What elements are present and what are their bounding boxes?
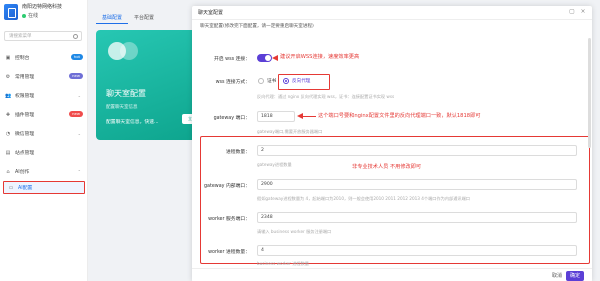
wss-annotation: 建议开启WSS连接，速度效率更高 [280,54,360,60]
radio-reverse-proxy[interactable]: 反向代理 [283,78,310,84]
toggle-knob [265,55,271,61]
worker-port-hint: 请输入 business worker 服务注册端口 [257,229,332,234]
annotation-arrow-line [302,115,316,117]
restart-notice: 聊天室配置(修改完下面配置，请一定要重启聊天室进程) [200,24,314,29]
annotation-arrow-icon [272,55,278,61]
maximize-icon[interactable]: ▢ [569,9,575,15]
plugin-icon: ✚ [5,111,11,118]
online-status-label: 在线 [28,13,39,19]
modal-scrollbar[interactable] [588,38,591,148]
gateway-port-input[interactable]: 1818 [257,111,295,122]
sidebar-item-label: 微信管理 [15,132,35,137]
tab-basic-config[interactable]: 基础配置 [96,12,129,24]
sidebar-item-label: 权限管理 [15,94,35,99]
wss-mode-radio-group: 证书 反向代理 [254,74,334,90]
radio-label: 证书 [267,79,277,84]
modal-header: 聊天室配置 ▢ × [192,6,592,20]
sidebar: 南阳迈特网络科技 在线 请搜索菜单 ▣ 控制台 hot ⚙ 常用管理 new 👥… [0,0,88,281]
worker-port-input[interactable]: 2348 [257,212,577,223]
sidebar-menu: ▣ 控制台 hot ⚙ 常用管理 new 👥 权限管理 ⌄ ✚ 插件管理 new… [0,48,88,194]
advanced-annotation: 非专业技术人员 不用修改即可 [352,164,422,170]
radio-dot-checked [283,78,289,84]
search-placeholder: 请搜索菜单 [9,34,32,39]
modal-title: 聊天室配置 [198,10,224,16]
brand: 南阳迈特网络科技 在线 [4,4,62,24]
gateway-port-hint: gateway端口,需要开放服务器端口 [257,129,323,134]
radio-dot [258,78,264,84]
gateway-internal-port-input[interactable]: 2900 [257,179,577,190]
gateway-port-label: gateway 端口： [213,116,250,121]
search-icon [73,34,78,39]
hot-badge: hot [70,54,83,60]
dashboard-icon: ▣ [5,54,11,61]
settings-icon: ⚙ [5,73,11,80]
wechat-icon: ◔ [5,130,11,137]
worker-process-label: worker 进程数量： [208,250,250,255]
brand-name: 南阳迈特网络科技 [22,4,63,10]
process-count-label: 进程数量： [226,150,250,155]
gateway-port-annotation: 这个端口号要和nginx配置文件里的反向代理端口一致，默认1818即可 [318,113,481,119]
gateway-internal-port-hint: 假如gateway进程数量为 4，起始端口为2010，则一般会使用2010 20… [257,196,470,201]
modal-body: 聊天室配置(修改完下面配置，请一定要重启聊天室进程) 开启 wss 连接： 建议… [192,20,592,268]
process-count-hint: gateway进程数量 [257,162,292,167]
site-icon: ▤ [5,149,11,156]
sidebar-item-label: 站点管理 [15,151,35,156]
chevron-up-icon: ⌃ [77,169,81,174]
sidebar-item-common[interactable]: ⚙ 常用管理 new [0,67,88,86]
sidebar-item-site[interactable]: ▤ 站点管理 [0,143,88,162]
radio-certificate[interactable]: 证书 [258,78,276,84]
wss-mode-label: wss 连接方式： [215,80,250,85]
sidebar-item-permission[interactable]: 👥 权限管理 ⌄ [0,86,88,105]
card-decoration [120,42,138,60]
wss-mode-hint: 反向代理：通过 nginx 反向代理实现 wss，证书：连接配置证书实现 wss [257,94,395,99]
confirm-button[interactable]: 确定 [566,271,584,281]
wss-label: 开启 wss 连接： [214,57,250,62]
chevron-down-icon: ⌄ [77,131,81,136]
modal-header-actions: ▢ × [564,9,586,15]
chevron-down-icon: ⌄ [77,93,81,98]
sidebar-item-ai-config[interactable]: ▭ AI配置 [3,181,85,194]
process-count-input[interactable]: 2 [257,145,577,156]
cancel-button[interactable]: 取消 [552,272,562,279]
modal-footer: 取消 确定 [192,268,592,281]
wss-toggle[interactable] [257,54,272,62]
home-icon: ⌂ [6,168,10,175]
gateway-internal-port-label: gateway 内部端口： [203,184,250,189]
card-description: 配置聊天室信息，快速... [106,120,159,125]
logo-icon [4,4,18,20]
sidebar-item-wechat[interactable]: ◔ 微信管理 ⌄ [0,124,88,143]
file-icon: ▭ [8,184,14,191]
sidebar-item-plugins[interactable]: ✚ 插件管理 new [0,105,88,124]
chatroom-config-card[interactable]: 聊天室配置 配置聊天室信息 配置聊天室信息，快速... 立即 [96,30,196,140]
card-subtitle: 配置聊天室信息 [106,105,138,110]
new-badge: new [69,73,83,79]
online-status: 在线 [22,12,62,19]
sidebar-item-console[interactable]: ▣ 控制台 hot [0,48,88,67]
menu-search-input[interactable]: 请搜索菜单 [4,31,82,41]
sidebar-item-label: 常用管理 [15,75,35,80]
sidebar-section-ai[interactable]: ⌂ AI创作 ⌃ [0,162,88,181]
close-icon[interactable]: × [580,9,586,15]
chatroom-config-modal: 聊天室配置 ▢ × 聊天室配置(修改完下面配置，请一定要重启聊天室进程) 开启 … [192,6,592,281]
radio-label: 反向代理 [292,79,311,84]
worker-process-input[interactable]: 4 [257,245,577,256]
users-icon: 👥 [5,92,12,99]
worker-port-label: worker 服务端口： [208,217,250,222]
online-dot-icon [22,13,26,18]
worker-process-hint: business worker 进程数量 [257,261,309,266]
sidebar-item-label: 控制台 [15,56,30,61]
tab-platform-config[interactable]: 平台配置 [128,12,160,24]
card-title: 聊天室配置 [106,89,146,98]
sidebar-item-label: 插件管理 [15,113,35,118]
new-badge: new [69,111,83,117]
sidebar-item-label: AI配置 [18,186,33,191]
tab-bar: 基础配置 平台配置 [96,12,160,24]
sidebar-section-label: AI创作 [15,170,30,175]
